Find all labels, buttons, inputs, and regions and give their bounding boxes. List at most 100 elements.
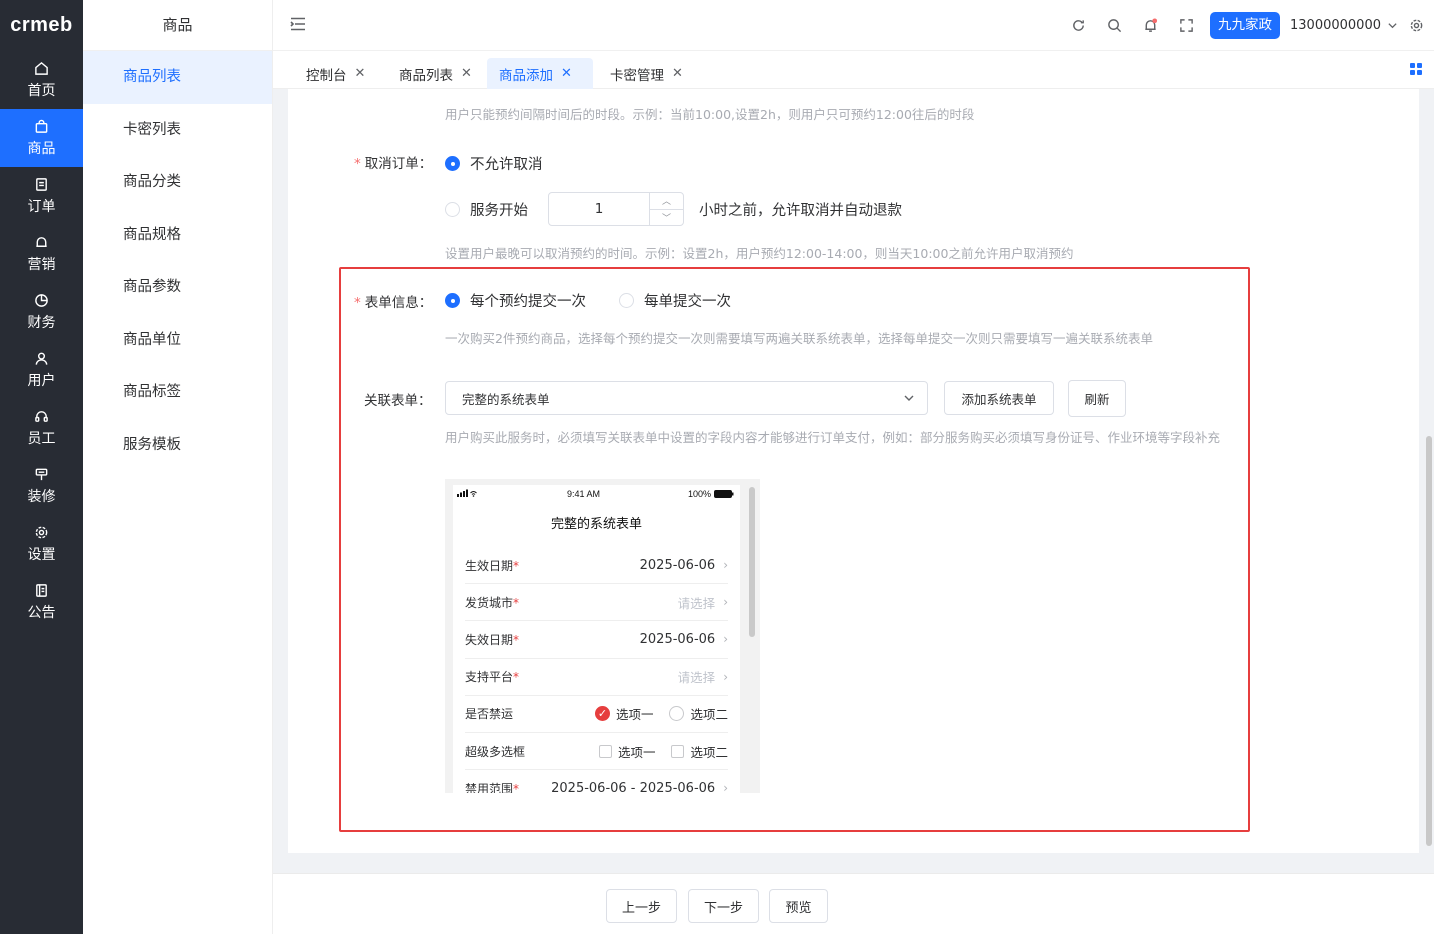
tabs-menu-icon[interactable] (1410, 63, 1422, 75)
top-header: 九九家政 13000000000 (273, 0, 1434, 51)
radio-label: 不允许取消 (470, 157, 543, 173)
sub-item-category[interactable]: 商品分类 (83, 156, 272, 209)
refresh-form-button[interactable]: 刷新 (1068, 380, 1126, 417)
order-icon (36, 177, 47, 191)
form-footer: 上一步 下一步 预览 (273, 873, 1434, 934)
rail-item-staff[interactable]: 员工 (0, 399, 83, 457)
org-badge[interactable]: 九九家政 (1210, 12, 1281, 39)
page-scrollbar[interactable] (1426, 436, 1432, 846)
chevron-right-icon: › (723, 669, 728, 684)
linked-form-select[interactable]: 完整的系统表单 (445, 381, 928, 415)
rail-item-label: 公告 (27, 604, 56, 621)
booking-interval-hint: 用户只能预约间隔时间后的时段。示例：当前10:00,设置2h，则用户只可预约12… (445, 107, 975, 122)
rail-item-decoration[interactable]: 装修 (0, 457, 83, 515)
tab-card-manage[interactable]: 卡密管理 ✕ (598, 58, 695, 89)
preview-button[interactable]: 预览 (769, 889, 828, 923)
radio-unchecked-icon (445, 202, 460, 217)
radio-per-order[interactable]: 每单提交一次 (619, 290, 731, 311)
chevron-right-icon: › (723, 632, 728, 647)
phone-screen: 9:41 AM 100% 完整的系统表单 生效日期* 2025-06-06 › 发… (453, 485, 740, 793)
rail-item-home[interactable]: 首页 (0, 51, 83, 109)
sub-item-tags[interactable]: 商品标签 (83, 366, 272, 419)
preview-scrollbar[interactable] (749, 487, 755, 637)
rail-item-label: 员工 (27, 430, 56, 447)
close-icon[interactable]: ✕ (672, 66, 683, 81)
add-system-form-button[interactable]: 添加系统表单 (944, 381, 1054, 415)
linked-form-label: 关联表单： (364, 393, 432, 409)
rail-item-goods[interactable]: 商品 (0, 109, 83, 167)
fullscreen-icon (1179, 19, 1193, 32)
tab-goods-list[interactable]: 商品列表 ✕ (387, 58, 484, 89)
tab-label: 控制台 (306, 67, 347, 84)
form-info-hint: 一次购买2件预约商品，选择每个预约提交一次则需要填写两遍关联系统表单，选择每单提… (445, 331, 1153, 346)
checkbox-icon (598, 744, 612, 758)
rail-item-label: 设置 (27, 546, 56, 563)
user-account-menu[interactable]: 13000000000 (1290, 18, 1398, 33)
decrement-button[interactable]: ﹀ (650, 210, 683, 226)
rail-item-marketing[interactable]: 营销 (0, 225, 83, 283)
radio-label: 每单提交一次 (644, 294, 731, 310)
brush-icon (35, 468, 48, 480)
stepper-arrows: ︿ ﹀ (649, 193, 683, 225)
preview-row: 生效日期* 2025-06-06 › (465, 547, 728, 585)
radio-unchecked-icon (619, 293, 634, 308)
radio-cancel-before-service[interactable]: 服务开始 (445, 199, 528, 220)
search-button[interactable] (1096, 0, 1132, 51)
fullscreen-button[interactable] (1168, 0, 1204, 51)
next-step-button[interactable]: 下一步 (688, 889, 759, 923)
close-icon[interactable]: ✕ (355, 66, 366, 81)
sub-item-card-list[interactable]: 卡密列表 (83, 104, 272, 157)
app-logo[interactable]: crmeb (0, 0, 83, 51)
cancel-hours-stepper[interactable]: 1 ︿ ﹀ (548, 192, 684, 226)
battery-icon (714, 490, 734, 498)
preview-radio-row: 是否禁运 ✓ 选项一 选项二 (465, 696, 728, 733)
sub-item-service-template[interactable]: 服务模板 (83, 419, 272, 472)
close-icon[interactable]: ✕ (461, 66, 472, 81)
sub-item-params[interactable]: 商品参数 (83, 261, 272, 314)
prev-step-button[interactable]: 上一步 (606, 889, 677, 923)
select-value: 完整的系统表单 (462, 391, 550, 407)
tab-label: 商品添加 (499, 67, 553, 84)
rail-item-label: 首页 (27, 82, 56, 99)
refresh-icon (1072, 20, 1084, 31)
rail-item-orders[interactable]: 订单 (0, 167, 83, 225)
user-phone: 13000000000 (1290, 18, 1381, 33)
cancel-order-hint: 设置用户最晚可以取消预约的时间。示例：设置2h，用户预约12:00-14:00，… (445, 246, 1074, 261)
chevron-right-icon: › (723, 595, 728, 610)
header-actions: 九九家政 13000000000 (1060, 0, 1434, 51)
chevron-down-icon (1388, 23, 1397, 29)
radio-no-cancel[interactable]: 不允许取消 (445, 153, 543, 174)
sub-sidebar-title: 商品 (83, 0, 272, 51)
sub-item-unit[interactable]: 商品单位 (83, 314, 272, 367)
rail-item-users[interactable]: 用户 (0, 341, 83, 399)
rail-item-settings[interactable]: 设置 (0, 515, 83, 573)
notice-icon (36, 583, 47, 597)
rail-item-finance[interactable]: 财务 (0, 283, 83, 341)
sub-item-goods-list[interactable]: 商品列表 (83, 51, 272, 104)
cancel-hours-value[interactable]: 1 (549, 193, 649, 225)
sub-item-spec[interactable]: 商品规格 (83, 209, 272, 262)
battery-status: 100% (688, 489, 734, 499)
preview-range-row: 禁用范围* 2025-06-06 - 2025-06-06 › (465, 770, 728, 793)
rail-item-notice[interactable]: 公告 (0, 573, 83, 631)
menu-toggle-icon[interactable] (290, 17, 306, 31)
refresh-button[interactable] (1060, 0, 1096, 51)
gear-icon (1410, 19, 1422, 32)
form-info-label: * 表单信息： (354, 295, 433, 311)
tab-label: 商品列表 (399, 67, 453, 84)
bell-icon (1144, 18, 1157, 32)
increment-button[interactable]: ︿ (650, 193, 683, 210)
tab-label: 卡密管理 (610, 67, 664, 84)
check-icon: ✓ (594, 706, 610, 722)
tab-goods-add[interactable]: 商品添加 ✕ (487, 58, 593, 89)
settings-button[interactable] (1398, 0, 1434, 51)
rail-item-label: 装修 (27, 488, 56, 505)
cancel-order-label: * 取消订单： (354, 156, 433, 172)
notification-button[interactable] (1132, 0, 1168, 51)
radio-per-booking[interactable]: 每个预约提交一次 (445, 290, 586, 311)
tab-dashboard[interactable]: 控制台 ✕ (294, 58, 377, 89)
checkbox-icon (671, 744, 685, 758)
bell-icon (36, 236, 47, 247)
preview-form-title: 完整的系统表单 (550, 517, 642, 532)
close-icon[interactable]: ✕ (561, 66, 572, 81)
